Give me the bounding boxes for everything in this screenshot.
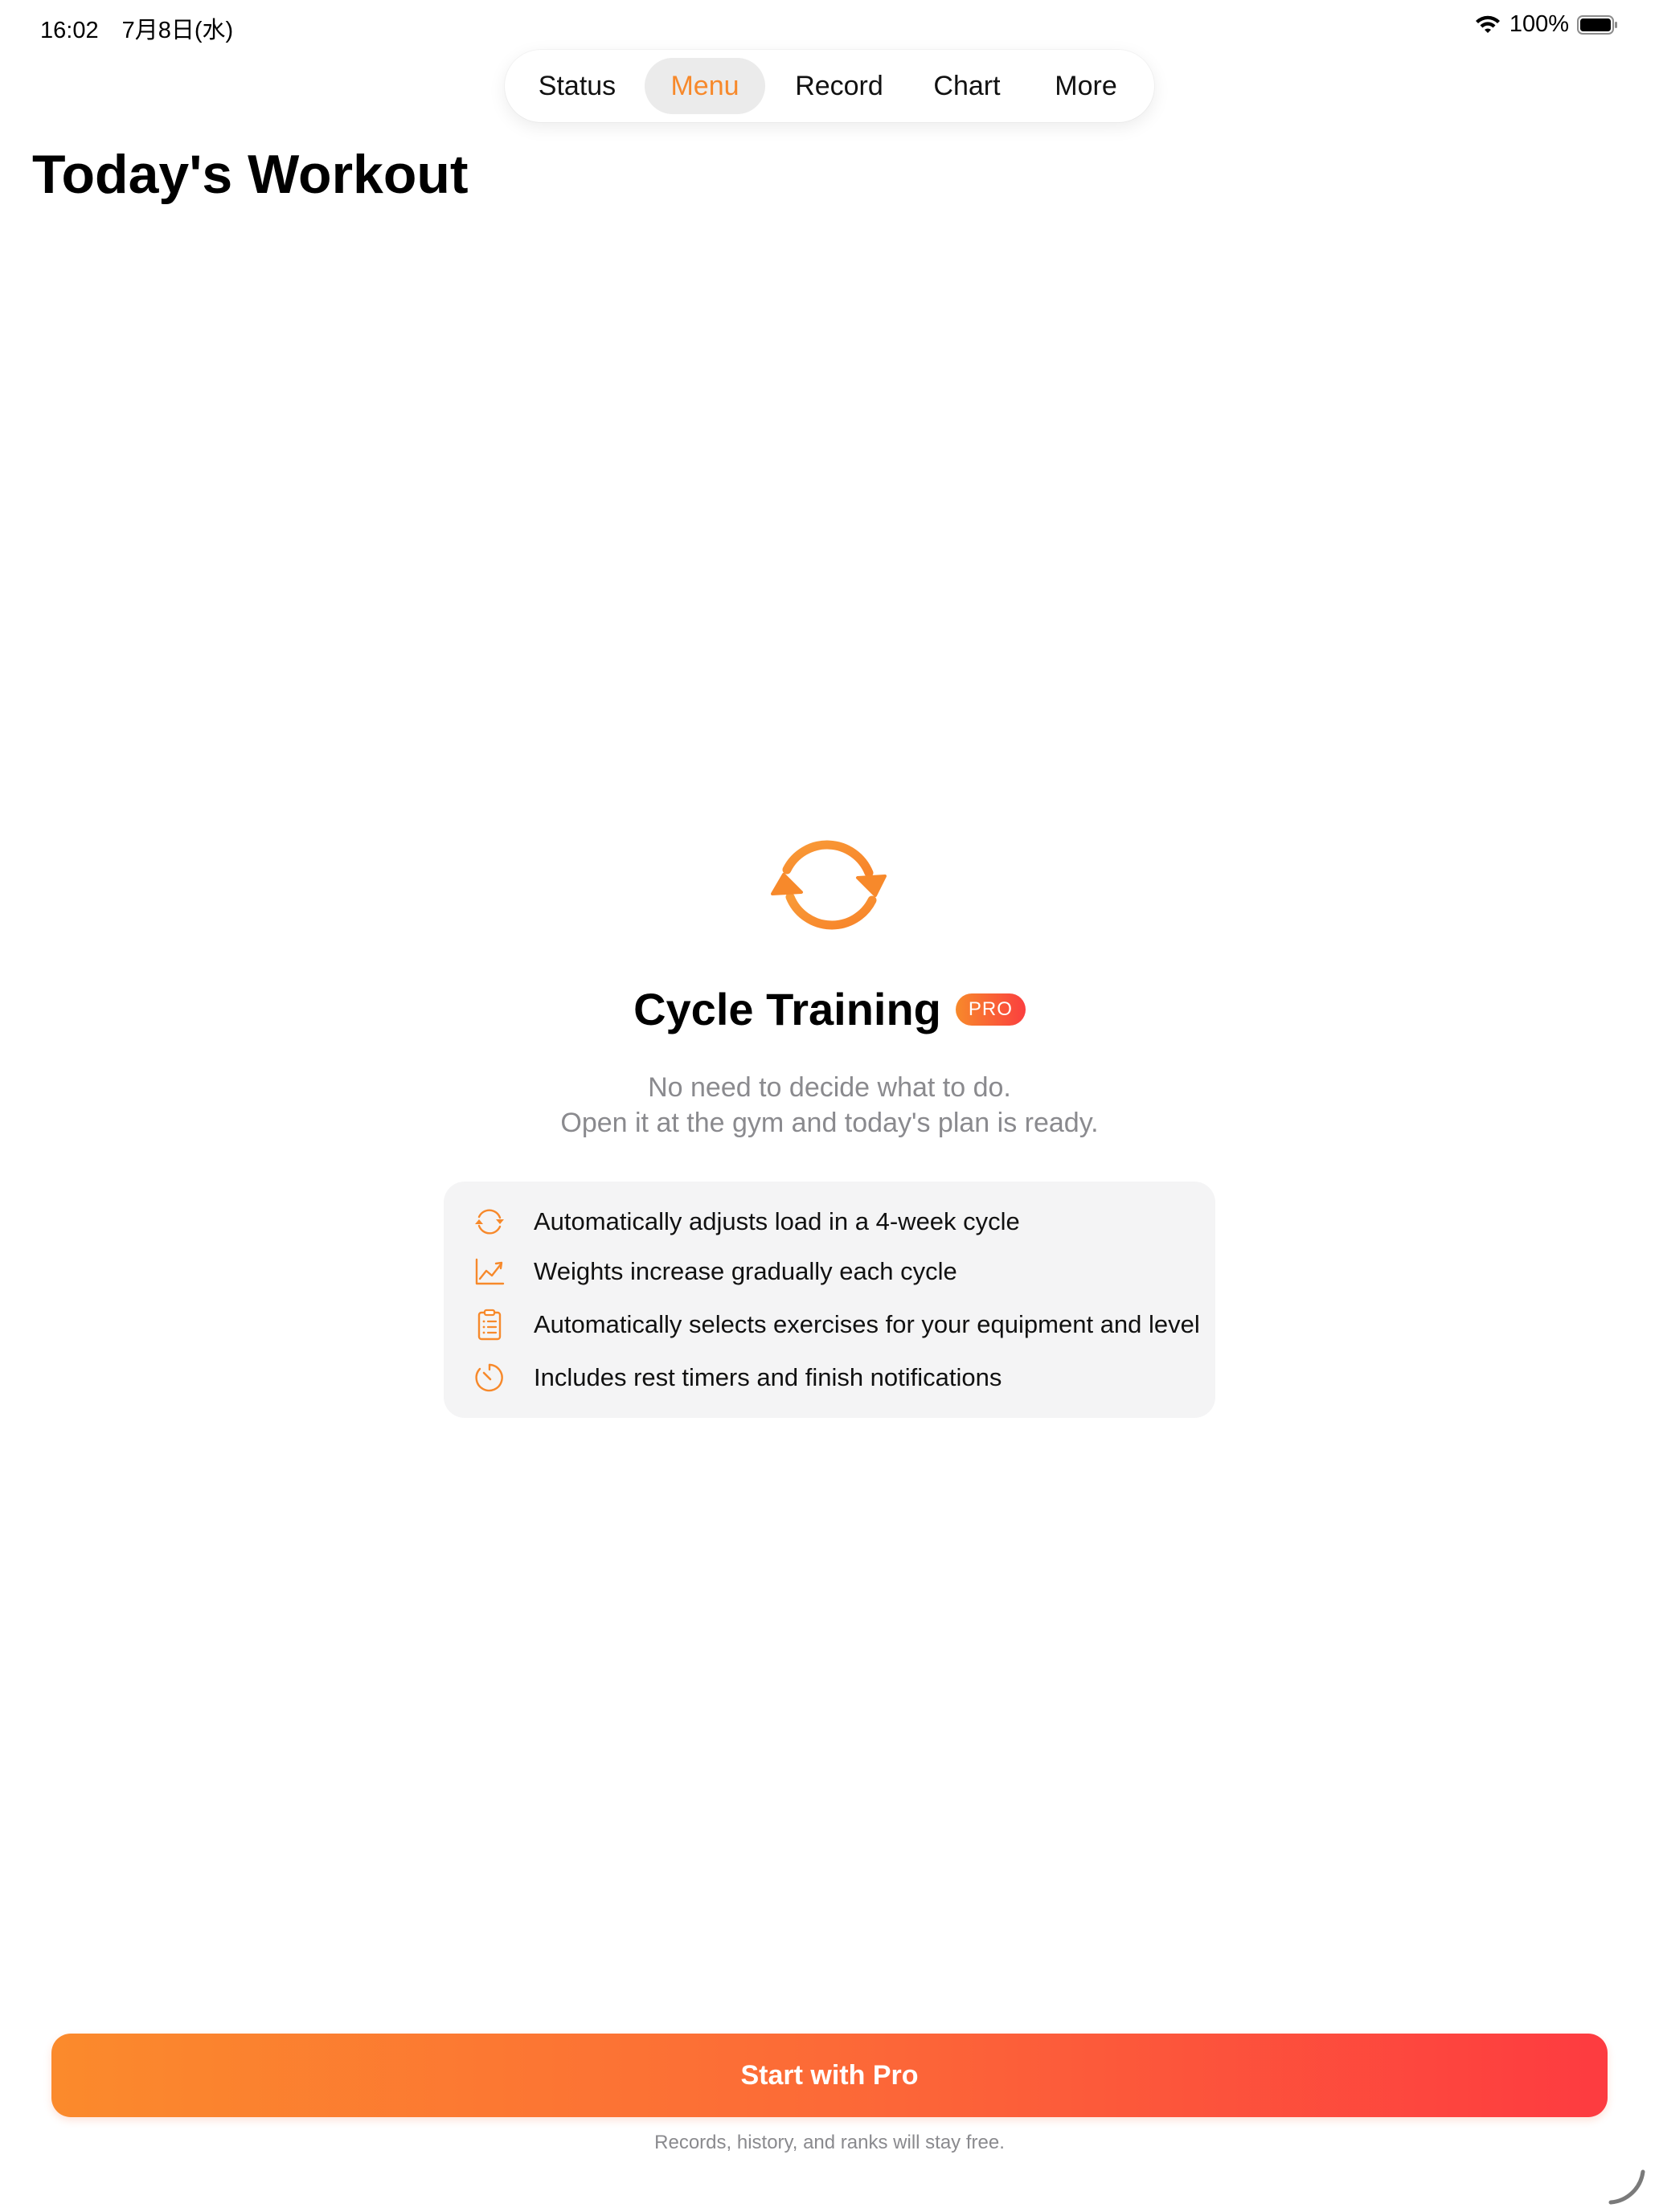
timer-icon (475, 1363, 503, 1392)
feature-item: Weights increase gradually each cycle (473, 1254, 957, 1289)
pencil-hover-indicator-icon (1608, 2169, 1645, 2205)
trend-chart-icon (475, 1258, 505, 1285)
cta-footnote: Records, history, and ranks will stay fr… (654, 2132, 1005, 2153)
feature-text: Includes rest timers and finish notifica… (534, 1363, 1002, 1391)
hero-subtitle-line2: Open it at the gym and today's plan is r… (560, 1108, 1099, 1138)
tab-more[interactable]: More (1032, 58, 1140, 114)
workout-page: 16:02 7月8日(水) 100% Status Menu Record Ch… (0, 0, 1659, 2212)
feature-list-card: Automatically adjusts load in a 4-week c… (444, 1182, 1215, 1418)
tab-status[interactable]: Status (519, 58, 635, 114)
wifi-icon (1475, 15, 1500, 33)
cycle-arrows-icon (771, 840, 887, 930)
hero-title: Cycle Training (633, 983, 941, 1034)
hero-subtitle-line1: No need to decide what to do. (648, 1072, 1011, 1103)
feature-text: Weights increase gradually each cycle (534, 1257, 957, 1285)
page-title: Today's Workout (32, 144, 469, 205)
feature-item: Includes rest timers and finish notifica… (473, 1360, 1002, 1395)
start-with-pro-button[interactable]: Start with Pro (51, 2034, 1608, 2117)
battery-percent: 100% (1509, 11, 1569, 37)
pro-badge: PRO (955, 993, 1026, 1026)
feature-text: Automatically selects exercises for your… (534, 1310, 1200, 1338)
feature-text: Automatically adjusts load in a 4-week c… (534, 1207, 1020, 1235)
tab-record[interactable]: Record (776, 58, 902, 114)
cycle-arrows-icon (475, 1209, 504, 1235)
feature-item: Automatically selects exercises for your… (473, 1307, 1200, 1342)
status-indicators: 100% (1474, 11, 1619, 38)
tab-menu[interactable]: Menu (645, 58, 765, 114)
feature-item: Automatically adjusts load in a 4-week c… (473, 1204, 1020, 1239)
top-tab-bar: Status Menu Record Chart More (505, 50, 1154, 122)
status-time: 16:02 7月8日(水) (40, 18, 234, 43)
tab-chart[interactable]: Chart (913, 58, 1021, 114)
hero-title-row: Cycle Training PRO (0, 981, 1659, 1037)
status-bar: 16:02 7月8日(水) 100% (0, 0, 1659, 51)
clipboard-icon (477, 1309, 502, 1341)
battery-icon (1577, 14, 1617, 35)
